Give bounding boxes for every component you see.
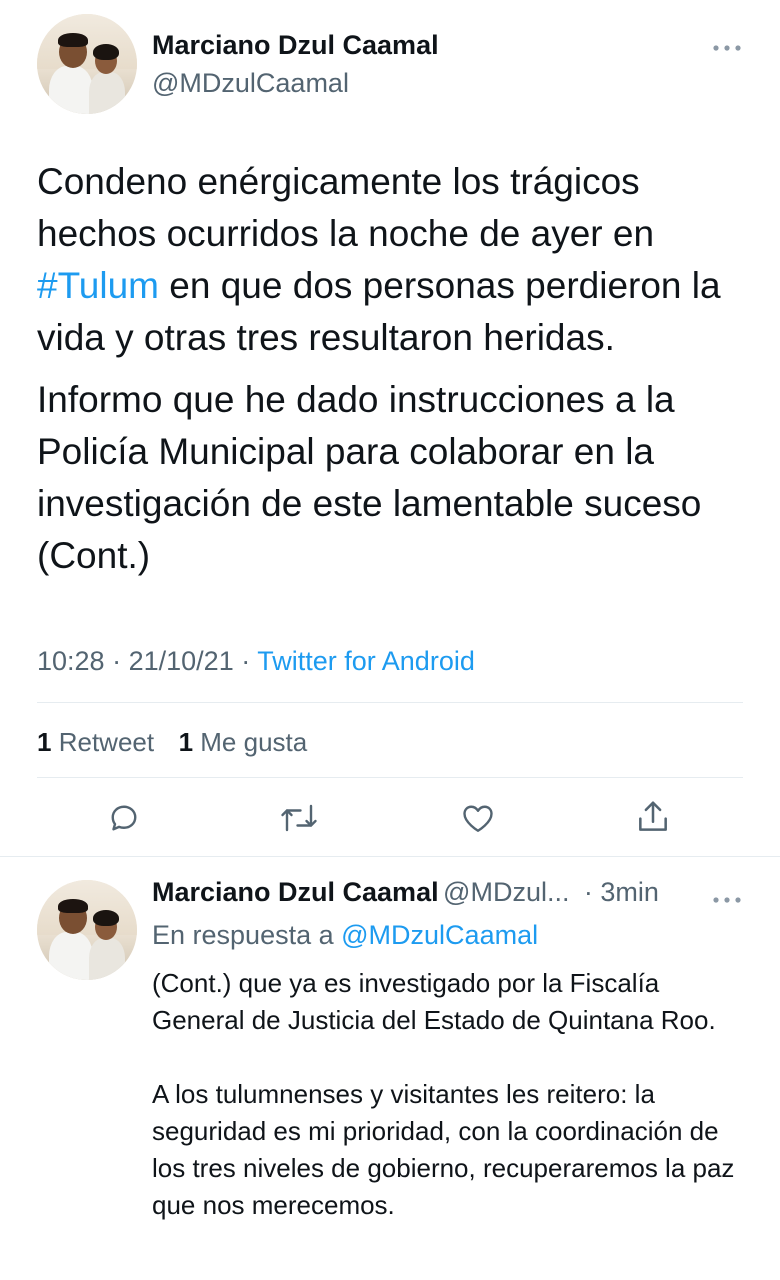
more-dots-icon[interactable] xyxy=(712,28,742,59)
tweet-body: Condeno enérgicamente los trágicos hecho… xyxy=(37,156,747,582)
divider xyxy=(37,777,743,778)
reply-paragraph: (Cont.) que ya es investigado por la Fis… xyxy=(152,968,716,1035)
retweet-icon[interactable] xyxy=(278,800,320,836)
meta-separator: · xyxy=(112,646,122,676)
divider xyxy=(37,702,743,703)
meta-separator: · xyxy=(241,646,251,676)
reply-author-name[interactable]: Marciano Dzul Caamal xyxy=(152,877,439,907)
retweets-stat[interactable]: 1 Retweet xyxy=(37,727,154,757)
tweet-text: Condeno enérgicamente los trágicos hecho… xyxy=(37,161,655,254)
share-icon[interactable] xyxy=(634,798,672,836)
tweet-paragraph: Condeno enérgicamente los trágicos hecho… xyxy=(37,156,747,364)
in-reply-to: En respuesta a @MDzulCaamal xyxy=(152,920,538,951)
tweet-meta: 10:28 · 21/10/21 · Twitter for Android xyxy=(37,646,475,677)
tweet-stats: 1 Retweet 1 Me gusta xyxy=(37,727,307,758)
reply-header: Marciano Dzul Caamal @MDzul... · 3min xyxy=(152,877,659,908)
likes-stat[interactable]: 1 Me gusta xyxy=(179,727,308,757)
reply-time: · 3min xyxy=(583,877,659,907)
retweet-count: 1 xyxy=(37,727,52,757)
tweet-source-link[interactable]: Twitter for Android xyxy=(257,646,475,676)
like-count: 1 xyxy=(178,727,194,757)
reply-icon[interactable] xyxy=(106,800,142,836)
reply-body: (Cont.) que ya es investigado por la Fis… xyxy=(152,965,752,1224)
author-avatar[interactable] xyxy=(37,14,137,114)
tweet-time: 10:28 xyxy=(37,646,105,676)
more-dots-icon[interactable] xyxy=(712,880,742,911)
retweet-label: Retweet xyxy=(58,727,155,757)
author-handle[interactable]: @MDzulCaamal xyxy=(152,68,349,99)
reply-paragraph: A los tulumnenses y visitantes les reite… xyxy=(152,1079,735,1220)
reply-author-handle[interactable]: @MDzul... xyxy=(443,877,569,907)
like-icon[interactable] xyxy=(459,800,497,836)
like-label: Me gusta xyxy=(200,727,308,757)
tweet-date: 21/10/21 xyxy=(128,646,234,676)
hashtag-link[interactable]: #Tulum xyxy=(37,265,159,306)
tweet-paragraph: Informo que he dado instrucciones a la P… xyxy=(37,379,702,576)
reply-author-avatar[interactable] xyxy=(37,880,137,980)
in-reply-handle-link[interactable]: @MDzulCaamal xyxy=(341,920,538,950)
section-divider xyxy=(0,856,780,857)
in-reply-prefix: En respuesta a xyxy=(152,920,334,950)
author-name[interactable]: Marciano Dzul Caamal xyxy=(152,30,439,61)
